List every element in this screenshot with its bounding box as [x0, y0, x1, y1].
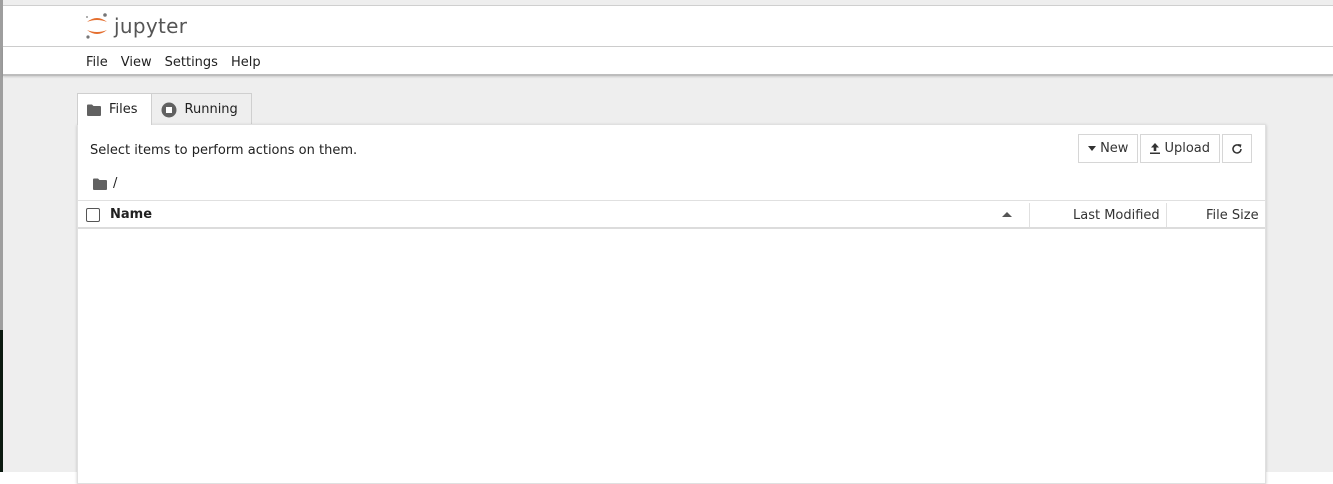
- new-button[interactable]: New: [1078, 134, 1139, 163]
- home-folder-icon[interactable]: [93, 178, 107, 190]
- tab-bar: Files Running: [77, 93, 252, 125]
- tab-running[interactable]: Running: [151, 93, 252, 125]
- file-browser-panel: Select items to perform actions on them.…: [77, 124, 1266, 484]
- column-separator: [1166, 203, 1167, 227]
- sort-ascending-icon[interactable]: [1002, 211, 1012, 219]
- menu-view[interactable]: View: [121, 47, 160, 76]
- tab-files-label: Files: [109, 102, 138, 117]
- jupyter-logo[interactable]: jupyter: [84, 11, 187, 41]
- logo-text: jupyter: [114, 14, 188, 38]
- caret-down-icon: [1088, 146, 1097, 151]
- stop-circle-icon: [161, 102, 177, 117]
- menu-help[interactable]: Help: [231, 47, 269, 76]
- column-last-modified[interactable]: Last Modified: [1073, 201, 1160, 229]
- jupyter-logo-icon: [86, 13, 107, 39]
- breadcrumb: /: [93, 176, 117, 191]
- browser-frame: jupyter File View Settings Help Files Ru…: [0, 0, 1333, 484]
- upload-button[interactable]: Upload: [1140, 134, 1220, 163]
- selection-hint: Select items to perform actions on them.: [90, 143, 358, 158]
- refresh-icon: [1232, 143, 1242, 154]
- upload-button-label: Upload: [1164, 141, 1210, 156]
- tab-running-label: Running: [184, 102, 238, 117]
- column-file-size[interactable]: File Size: [1206, 201, 1259, 229]
- menu-file[interactable]: File: [86, 47, 116, 76]
- column-name[interactable]: Name: [110, 201, 152, 229]
- menu-settings[interactable]: Settings: [165, 47, 226, 76]
- file-list-header: Name Last Modified File Size: [78, 200, 1265, 229]
- new-button-label: New: [1100, 141, 1129, 156]
- refresh-button[interactable]: [1222, 134, 1252, 163]
- breadcrumb-path: /: [113, 176, 118, 191]
- toolbar-actions: New Upload: [1078, 134, 1252, 163]
- upload-icon: [1150, 143, 1161, 154]
- folder-icon: [87, 104, 101, 116]
- column-separator: [1029, 203, 1030, 227]
- app-header: jupyter: [3, 6, 1333, 47]
- tab-files[interactable]: Files: [77, 93, 152, 125]
- select-all-checkbox[interactable]: [86, 208, 100, 222]
- menu-bar: File View Settings Help: [3, 47, 1333, 76]
